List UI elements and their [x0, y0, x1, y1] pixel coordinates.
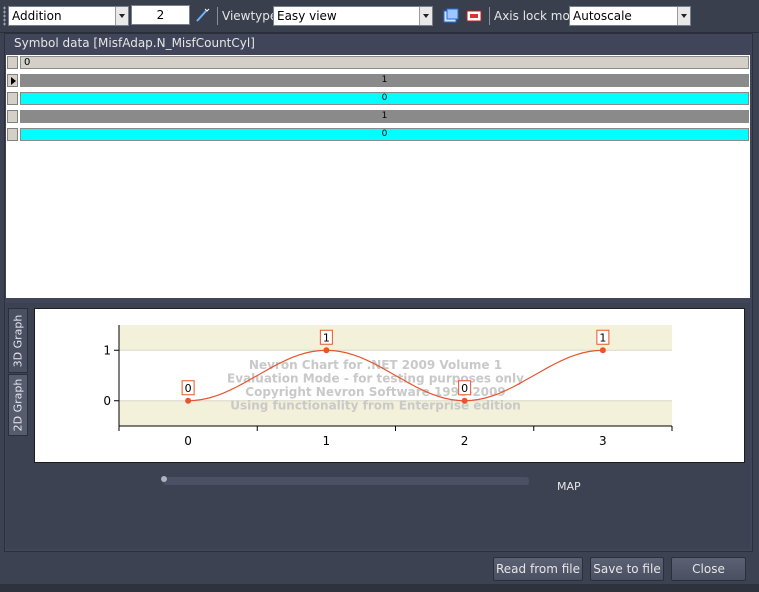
watermark-text: Using functionality from Enterprise edit… — [230, 399, 521, 413]
grid-header-row: 0 — [6, 55, 750, 70]
viewtype-select-value: Easy view — [277, 9, 337, 23]
data-label: 1 — [323, 331, 330, 344]
table-cell[interactable]: 1 — [20, 74, 749, 87]
toolbar-separator — [489, 7, 490, 25]
data-label: 0 — [185, 382, 192, 395]
save-to-file-button[interactable]: Save to file — [590, 557, 664, 581]
y-tick-label: 0 — [103, 394, 111, 408]
row-header[interactable] — [7, 92, 18, 105]
map-slider[interactable] — [163, 477, 529, 485]
watermark-text: Evaluation Mode - for testing purposes o… — [227, 372, 524, 386]
row-header[interactable] — [7, 56, 18, 69]
table-row[interactable]: 0 — [6, 91, 750, 106]
table-row[interactable]: 0 — [6, 127, 750, 142]
x-tick-label: 3 — [599, 434, 607, 448]
y-tick-label: 1 — [103, 343, 111, 357]
data-point — [599, 347, 606, 354]
chevron-down-icon[interactable] — [115, 7, 128, 25]
panel-title: Symbol data [MisfAdap.N_MisfCountCyl] — [14, 36, 255, 50]
row-header[interactable] — [7, 110, 18, 123]
mode-select-value: Addition — [12, 9, 62, 23]
grid-header-cell: 0 — [20, 56, 749, 69]
row-selected-icon — [11, 77, 16, 85]
x-tick-label: 1 — [323, 434, 331, 448]
data-point — [323, 347, 330, 354]
data-label: 1 — [599, 331, 606, 344]
data-point — [461, 397, 468, 404]
chevron-down-icon[interactable] — [677, 7, 690, 25]
window-icon[interactable] — [443, 8, 459, 24]
wand-icon[interactable] — [194, 7, 210, 23]
chart-container: 0 1 0 1 2 3 Nevron Chart for .NET 2009 Volume … — [34, 308, 745, 463]
data-grid: 0 1 0 1 0 — [6, 55, 750, 298]
table-cell[interactable]: 0 — [20, 128, 749, 141]
status-strip — [0, 584, 759, 592]
viewtype-label: Viewtype — [222, 9, 278, 23]
toolbar-grip[interactable] — [3, 6, 6, 26]
row-header[interactable] — [7, 128, 18, 141]
tab-2d-graph-label: 2D Graph — [11, 378, 25, 432]
tab-2d-graph[interactable]: 2D Graph — [8, 374, 28, 436]
table-row[interactable]: 1 — [6, 109, 750, 124]
table-cell[interactable]: 0 — [20, 92, 749, 105]
mode-select[interactable]: Addition — [8, 6, 129, 26]
x-tick-label: 0 — [184, 434, 192, 448]
data-label: 0 — [461, 382, 468, 395]
tab-3d-graph[interactable]: 3D Graph — [8, 308, 28, 373]
chevron-down-icon[interactable] — [419, 7, 432, 25]
map-slider-handle[interactable] — [161, 476, 167, 482]
data-point — [185, 397, 192, 404]
count-input[interactable]: 2 — [131, 5, 190, 25]
tab-3d-graph-label: 3D Graph — [11, 314, 25, 367]
read-from-file-button[interactable]: Read from file — [493, 557, 583, 581]
table-row[interactable]: 1 — [6, 73, 750, 88]
close-button[interactable]: Close — [671, 557, 746, 581]
toolbar-separator — [217, 7, 218, 25]
viewtype-select[interactable]: Easy view — [273, 6, 433, 26]
line-chart: 010 1 2 3Nevron Chart for .NET 2009 Volume … — [103, 325, 673, 448]
map-label: MAP — [557, 480, 581, 493]
monitor-icon[interactable] — [466, 8, 482, 24]
table-cell[interactable]: 1 — [20, 110, 749, 123]
axislock-select[interactable]: Autoscale — [569, 6, 691, 26]
row-header[interactable] — [7, 74, 18, 87]
x-tick-label: 2 — [461, 434, 469, 448]
plot-band — [119, 325, 672, 351]
axislock-select-value: Autoscale — [573, 9, 632, 23]
